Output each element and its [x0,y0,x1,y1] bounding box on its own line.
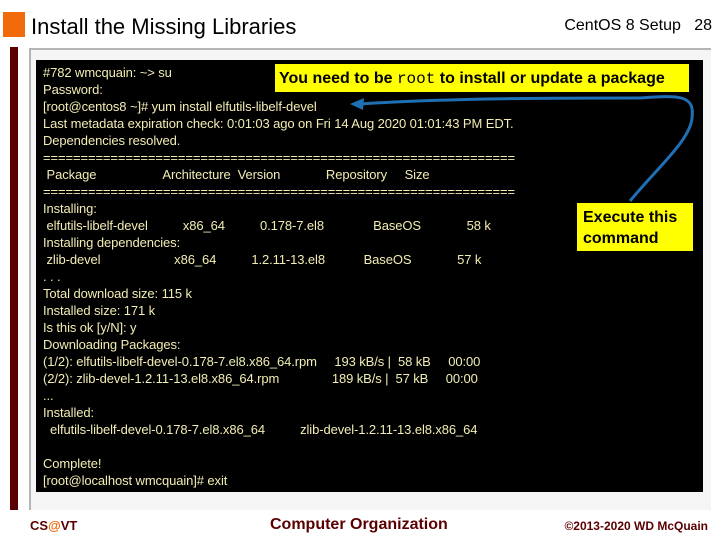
title-accent-square [3,12,25,37]
terminal-line: Downloading Packages: [43,337,181,352]
footer-at: @ [48,518,61,533]
terminal-line: Last metadata expiration check: 0:01:03 … [43,116,514,131]
terminal-line: zlib-devel x86_64 1.2.11-13.el8 BaseOS 5… [43,252,482,267]
left-accent-bar [10,47,18,510]
terminal-line: Installed size: 171 k [43,303,156,318]
terminal-output: #782 wmcquain: ~> su Password: [root@cento… [43,64,515,489]
terminal-line: ========================================… [43,184,515,199]
terminal-line: Complete! [43,456,102,471]
terminal-line: Total download size: 115 k [43,286,192,301]
root-callout-prefix: You need to be [279,70,397,87]
terminal-line: [root@localhost wmcquain]# exit [43,473,228,488]
terminal-line: elfutils-libelf-devel x86_64 0.178-7.el8… [43,218,491,233]
terminal-line: (2/2): zlib-devel-1.2.11-13.el8.x86_64.r… [43,371,478,386]
section-name: CentOS 8 Setup [564,17,681,34]
terminal-line: [root@centos8 ~]# yum install elfutils-l… [43,99,317,114]
execute-callout: Execute this command [576,202,694,252]
root-callout-code: root [396,70,436,88]
terminal-line: Package Architecture Version Repository … [43,167,430,182]
footer-cs: CS [30,518,49,533]
terminal-line: elfutils-libelf-devel-0.178-7.el8.x86_64… [43,422,478,437]
terminal-line: Dependencies resolved. [43,133,181,148]
terminal-line: Installed: [43,405,95,420]
execute-callout-line1: Execute this [583,209,678,226]
slide-section: CentOS 8 Setup 28 [564,17,712,35]
terminal-line: . . . [43,269,61,284]
execute-callout-line2: command [583,230,659,247]
root-callout: You need to be root to install or update… [274,63,690,93]
terminal-line: ... [43,388,54,403]
footer-course: Computer Organization [270,516,448,533]
footer-copyright: ©2013-2020 WD McQuain [564,519,708,533]
footer-org: CS@VT [30,518,77,533]
slide-title: Install the Missing Libraries [31,14,297,39]
page-number: 28 [694,17,712,34]
terminal-line: (1/2): elfutils-libelf-devel-0.178-7.el8… [43,354,481,369]
footer-vt: VT [60,518,78,533]
terminal-line: Installing dependencies: [43,235,181,250]
terminal-line: Is this ok [y/N]: y [43,320,137,335]
root-callout-suffix: to install or update a package [435,70,665,87]
terminal-line: ========================================… [43,150,515,165]
terminal-line: Installing: [43,201,97,216]
